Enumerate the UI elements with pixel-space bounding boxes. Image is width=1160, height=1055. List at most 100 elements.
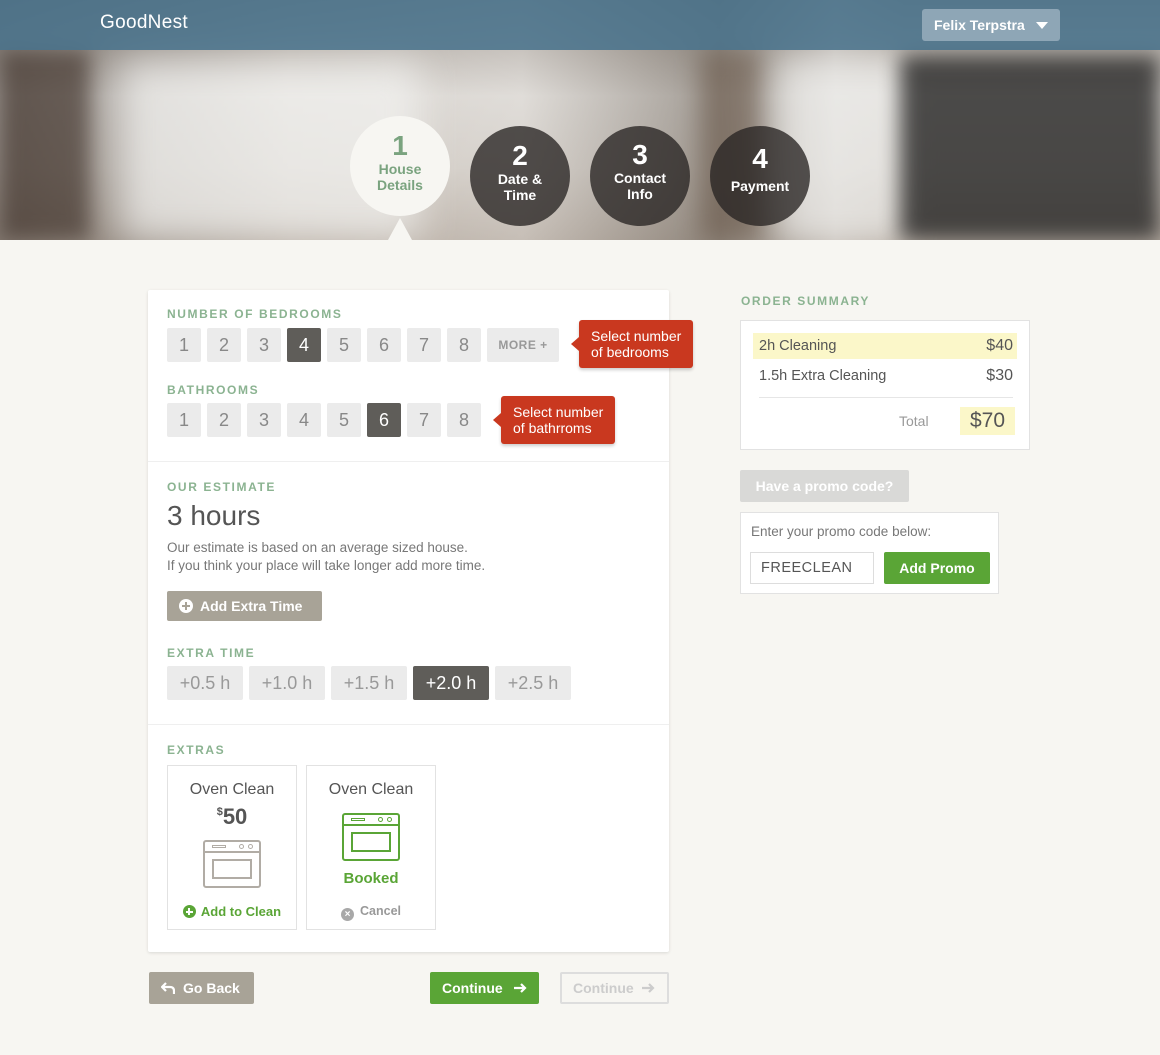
order-line-label: 1.5h Extra Cleaning <box>759 368 887 384</box>
extra-price: $50 <box>168 804 296 830</box>
extra-title: Oven Clean <box>328 781 414 798</box>
continue-button[interactable]: Continue <box>430 972 539 1004</box>
arrow-right-icon <box>514 983 527 993</box>
back-arrow-icon <box>161 982 175 994</box>
extras-title: EXTRAS <box>167 743 226 757</box>
add-extra-time-button[interactable]: Add Extra Time <box>167 591 322 621</box>
total-label: Total <box>899 413 929 429</box>
cancel-extra-button[interactable]: × Cancel <box>307 904 435 921</box>
oven-icon <box>342 813 400 861</box>
bathroom-option-selected[interactable]: 6 <box>367 403 401 437</box>
order-line: 2h Cleaning $40 <box>753 333 1017 359</box>
divider <box>759 397 1013 398</box>
extra-time-option[interactable]: +1.0 h <box>249 666 325 700</box>
house-details-card: NUMBER OF BEDROOMS 1 2 3 4 5 6 7 8 MORE … <box>148 290 669 952</box>
extra-title: Oven Clean <box>189 781 275 798</box>
bathroom-option[interactable]: 2 <box>207 403 241 437</box>
bathroom-option[interactable]: 3 <box>247 403 281 437</box>
step-label: Payment <box>730 178 790 194</box>
tooltip-text: Select number <box>591 328 682 344</box>
bedroom-option[interactable]: 7 <box>407 328 441 362</box>
tooltip-text: of bedrooms <box>591 344 669 360</box>
logo[interactable]: GoodNest <box>100 12 188 34</box>
bedroom-option[interactable]: 8 <box>447 328 481 362</box>
extra-time-option[interactable]: +1.5 h <box>331 666 407 700</box>
step-label: Time <box>503 187 537 203</box>
step-house-details[interactable]: 1 House Details <box>350 116 450 216</box>
divider <box>148 724 669 725</box>
extra-time-option[interactable]: +2.5 h <box>495 666 571 700</box>
bedrooms-tooltip: Select number of bedrooms <box>570 320 694 368</box>
step-label: Contact <box>613 170 667 186</box>
user-menu-button[interactable]: Felix Terpstra <box>922 9 1060 41</box>
add-to-clean-label: Add to Clean <box>200 904 282 919</box>
order-summary-title: ORDER SUMMARY <box>741 294 871 308</box>
order-line-label: 2h Cleaning <box>759 338 837 354</box>
arrow-right-icon <box>642 983 655 993</box>
promo-code-input[interactable] <box>750 552 874 584</box>
step-date-time[interactable]: 2 Date & Time <box>470 126 570 226</box>
step-label: Date & <box>497 171 543 187</box>
extra-time-option-selected[interactable]: +2.0 h <box>413 666 489 700</box>
user-name: Felix Terpstra <box>934 17 1025 33</box>
plus-circle-icon <box>182 905 196 918</box>
close-circle-icon: × <box>341 908 354 921</box>
step-payment[interactable]: 4 Payment <box>710 126 810 226</box>
promo-prompt: Enter your promo code below: <box>751 524 932 539</box>
extra-oven-clean-card: Oven Clean $50 Add to Clean <box>167 765 297 930</box>
bathrooms-tooltip: Select number of bathrroms <box>492 396 616 444</box>
add-extra-time-label: Add Extra Time <box>200 598 303 614</box>
step-label: House <box>378 161 422 177</box>
bathrooms-title: BATHROOMS <box>167 383 260 397</box>
tooltip-text: Select number <box>513 404 604 420</box>
bedroom-option[interactable]: 2 <box>207 328 241 362</box>
extra-time-option[interactable]: +0.5 h <box>167 666 243 700</box>
step-contact-info[interactable]: 3 Contact Info <box>590 126 690 226</box>
step-number: 3 <box>632 139 648 170</box>
extra-time-title: EXTRA TIME <box>167 646 256 660</box>
top-bar: GoodNest Felix Terpstra <box>0 0 1160 50</box>
bathroom-option[interactable]: 8 <box>447 403 481 437</box>
order-line-amount: $40 <box>986 337 1013 354</box>
bathroom-option[interactable]: 7 <box>407 403 441 437</box>
go-back-button[interactable]: Go Back <box>149 972 254 1004</box>
continue-label: Continue <box>442 980 503 996</box>
go-back-label: Go Back <box>183 980 240 996</box>
bedroom-option[interactable]: 6 <box>367 328 401 362</box>
order-summary-box: 2h Cleaning $40 1.5h Extra Cleaning $30 … <box>740 320 1030 450</box>
add-promo-button[interactable]: Add Promo <box>884 552 990 584</box>
booked-status: Booked <box>343 870 399 887</box>
continue-button-disabled: Continue <box>560 972 669 1004</box>
estimate-value: 3 hours <box>167 500 261 531</box>
estimate-description: Our estimate is based on an average size… <box>167 540 468 555</box>
total-value: $70 <box>960 407 1015 435</box>
bedrooms-title: NUMBER OF BEDROOMS <box>167 307 343 321</box>
bathroom-option[interactable]: 5 <box>327 403 361 437</box>
bedroom-option[interactable]: 5 <box>327 328 361 362</box>
bathroom-option[interactable]: 1 <box>167 403 201 437</box>
step-label: Info <box>627 186 653 202</box>
more-bedrooms-button[interactable]: MORE + <box>487 328 559 362</box>
cancel-label: Cancel <box>360 904 401 918</box>
oven-icon <box>203 840 261 888</box>
continue-label: Continue <box>573 980 634 996</box>
step-number: 2 <box>512 140 528 171</box>
add-to-clean-button[interactable]: Add to Clean <box>168 904 296 919</box>
estimate-title: OUR ESTIMATE <box>167 480 276 494</box>
bathroom-option[interactable]: 4 <box>287 403 321 437</box>
bedroom-option-selected[interactable]: 4 <box>287 328 321 362</box>
plus-circle-icon <box>179 599 193 613</box>
bedroom-option[interactable]: 1 <box>167 328 201 362</box>
divider <box>148 461 669 462</box>
extra-price-value: 50 <box>222 804 248 829</box>
tooltip-text: of bathrroms <box>513 420 592 436</box>
bedroom-option[interactable]: 3 <box>247 328 281 362</box>
step-number: 4 <box>752 143 768 174</box>
promo-code-toggle-button[interactable]: Have a promo code? <box>740 470 909 502</box>
step-label: Details <box>377 177 423 193</box>
order-line: 1.5h Extra Cleaning $30 <box>753 363 1017 389</box>
promo-code-box: Enter your promo code below: Add Promo <box>740 512 999 594</box>
caret-down-icon <box>1036 22 1048 29</box>
estimate-description: If you think your place will take longer… <box>167 558 486 573</box>
extra-oven-clean-booked-card: Oven Clean Booked × Cancel <box>306 765 436 930</box>
